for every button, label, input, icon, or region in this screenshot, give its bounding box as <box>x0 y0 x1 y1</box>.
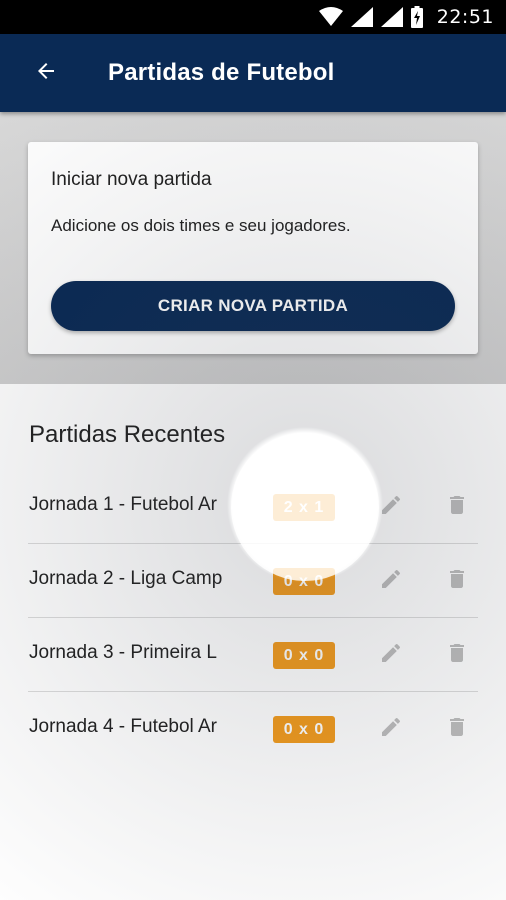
match-row[interactable]: Jornada 3 - Primeira L 0 x 0 <box>28 618 478 692</box>
delete-button[interactable] <box>442 640 472 670</box>
match-name: Jornada 3 - Primeira L <box>29 642 217 663</box>
recent-matches-title: Partidas Recentes <box>29 421 226 448</box>
match-row[interactable]: Jornada 4 - Futebol Ar 0 x 0 <box>28 692 478 766</box>
edit-button[interactable] <box>376 492 406 522</box>
trash-icon <box>445 641 469 670</box>
edit-button[interactable] <box>376 566 406 596</box>
new-match-card: Iniciar nova partida Adicione os dois ti… <box>28 142 478 354</box>
signal-icon <box>380 7 403 27</box>
edit-icon <box>379 641 403 670</box>
app-bar: Partidas de Futebol <box>0 34 506 112</box>
edit-button[interactable] <box>376 714 406 744</box>
score-badge: 0 x 0 <box>273 568 335 595</box>
match-row[interactable]: Jornada 1 - Futebol Ar 2 x 1 <box>28 470 478 544</box>
delete-button[interactable] <box>442 566 472 596</box>
trash-icon <box>445 567 469 596</box>
status-clock: 22:51 <box>436 6 494 28</box>
card-subtitle: Adicione os dois times e seu jogadores. <box>51 216 351 235</box>
edit-icon <box>379 493 403 522</box>
match-name: Jornada 1 - Futebol Ar <box>29 494 217 515</box>
edit-icon <box>379 567 403 596</box>
score-badge: 0 x 0 <box>273 716 335 743</box>
back-button[interactable] <box>22 49 70 97</box>
battery-charging-icon <box>410 6 423 28</box>
delete-button[interactable] <box>442 492 472 522</box>
create-match-button[interactable]: CRIAR NOVA PARTIDA <box>51 281 455 331</box>
recent-matches-list: Jornada 1 - Futebol Ar 2 x 1 Jornada 2 -… <box>28 470 478 766</box>
wifi-icon <box>318 7 343 27</box>
page-title: Partidas de Futebol <box>108 59 335 86</box>
trash-icon <box>445 715 469 744</box>
match-name: Jornada 2 - Liga Camp <box>29 568 223 589</box>
edit-button[interactable] <box>376 640 406 670</box>
trash-icon <box>445 493 469 522</box>
match-row[interactable]: Jornada 2 - Liga Camp 0 x 0 <box>28 544 478 618</box>
delete-button[interactable] <box>442 714 472 744</box>
edit-icon <box>379 715 403 744</box>
signal-icon <box>350 7 373 27</box>
score-badge: 0 x 0 <box>273 642 335 669</box>
card-title: Iniciar nova partida <box>51 169 212 190</box>
arrow-back-icon <box>34 59 58 88</box>
match-name: Jornada 4 - Futebol Ar <box>29 716 217 737</box>
score-badge: 2 x 1 <box>273 494 335 521</box>
status-bar: 22:51 <box>0 0 506 34</box>
